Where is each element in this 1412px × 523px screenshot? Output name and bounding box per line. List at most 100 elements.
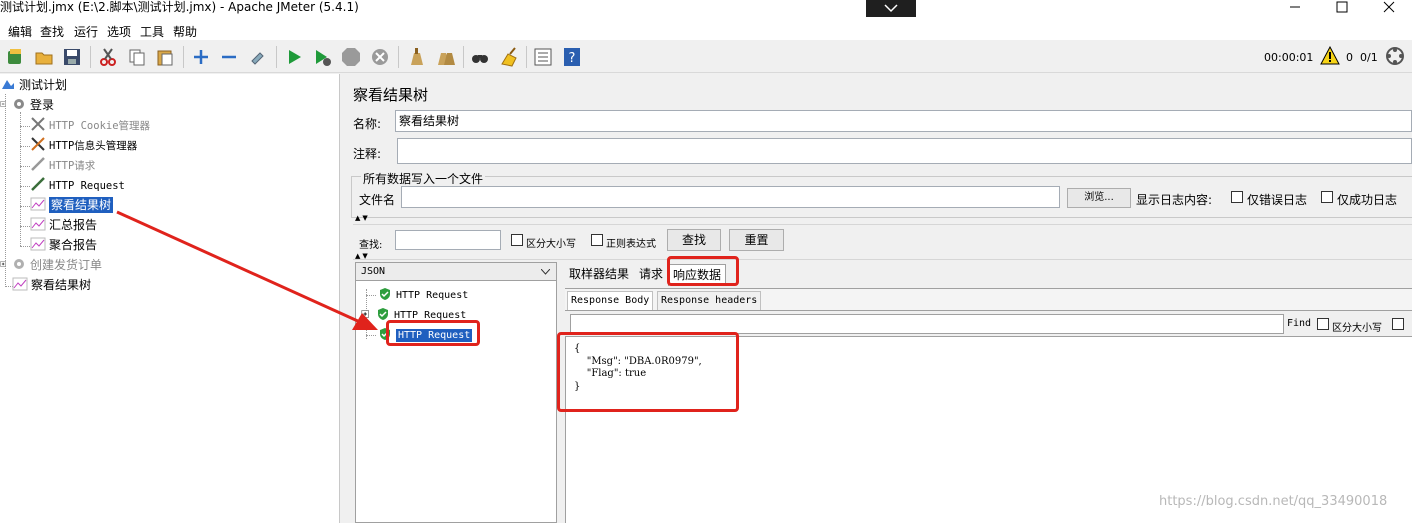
tree-aggregate-report[interactable]: 聚合报告: [30, 236, 97, 254]
save-icon[interactable]: [62, 47, 82, 67]
pipette-icon: [31, 177, 45, 191]
highlight-selected-sample: [386, 320, 480, 346]
collapse-tab[interactable]: [866, 0, 916, 17]
search-icon[interactable]: [470, 47, 490, 67]
filename-label: 文件名: [359, 193, 396, 207]
success-only-label: 仅成功日志: [1337, 193, 1398, 207]
tree-cookie-manager[interactable]: HTTP Cookie管理器: [30, 116, 150, 134]
regex-checkbox[interactable]: [591, 234, 603, 246]
response-find-input[interactable]: [570, 314, 1284, 334]
splitter-arrows-lower[interactable]: ▲▼: [355, 252, 370, 260]
view-results-tree-panel: 察看结果树 名称: 察看结果树 注释: 所有数据写入一个文件 文件名 浏览...…: [343, 74, 1412, 523]
name-label: 名称:: [353, 117, 382, 131]
stop-icon[interactable]: [341, 47, 361, 67]
filename-field[interactable]: [401, 186, 1060, 208]
tree-thread-group-login[interactable]: 登录: [0, 96, 54, 114]
response-find-case-label: 区分大小写: [1332, 323, 1382, 334]
tree-header-manager[interactable]: HTTP信息头管理器: [30, 136, 137, 154]
menu-edit[interactable]: 编辑: [8, 23, 32, 40]
response-find-case-checkbox[interactable]: [1317, 318, 1329, 330]
regex-label: 正则表达式: [606, 239, 656, 250]
results-tree: JSON HTTP Request HTTP Request HTTP Requ…: [355, 262, 557, 523]
reset-button[interactable]: 重置: [729, 229, 784, 251]
reset-search-icon[interactable]: [499, 47, 519, 67]
find-button[interactable]: 查找: [667, 229, 721, 251]
maximize-icon: [1336, 1, 1348, 13]
chart-icon: [30, 237, 46, 251]
search-bar: 查找: 区分大小写 正则表达式 查找 重置: [353, 224, 1412, 260]
chevron-down-icon: [884, 4, 898, 13]
errors-only-label: 仅错误日志: [1247, 193, 1308, 207]
start-no-pause-icon[interactable]: [312, 47, 332, 67]
tree-root-results-tree[interactable]: 察看结果树: [12, 276, 91, 294]
menu-tools[interactable]: 工具: [140, 23, 164, 40]
close-button[interactable]: [1366, 0, 1412, 16]
success-only-checkbox[interactable]: [1321, 191, 1333, 203]
chart-icon: [12, 277, 28, 291]
comment-field[interactable]: [397, 138, 1412, 164]
chart-icon: [30, 217, 46, 231]
cut-icon[interactable]: [98, 47, 118, 67]
shutdown-icon[interactable]: [370, 47, 390, 67]
chart-icon: [30, 197, 46, 211]
close-icon: [1383, 1, 1395, 13]
menu-options[interactable]: 选项: [107, 23, 131, 40]
tree-summary-report[interactable]: 汇总报告: [30, 216, 97, 234]
subtab-response-body[interactable]: Response Body: [567, 291, 654, 311]
panel-title: 察看结果树: [353, 86, 429, 104]
search-input[interactable]: [395, 230, 501, 250]
tree-http-request[interactable]: HTTP Request: [30, 176, 125, 194]
tree-view-results-tree[interactable]: 察看结果树: [30, 196, 114, 214]
collapse-toggle-icon[interactable]: [0, 96, 10, 112]
toggle-icon[interactable]: [248, 47, 268, 67]
subtab-response-headers[interactable]: Response headers: [657, 291, 762, 311]
title-bar: 测试计划.jmx (E:\2.脚本\测试计划.jmx) - Apache JMe…: [0, 0, 1412, 20]
tree-test-plan[interactable]: 测试计划: [0, 76, 67, 94]
success-shield-icon: [380, 288, 390, 300]
splitter-arrows[interactable]: ▲▼: [355, 214, 370, 222]
menu-help[interactable]: 帮助: [173, 23, 197, 40]
renderer-select[interactable]: JSON: [356, 263, 556, 281]
gear-icon: [14, 259, 24, 269]
collapse-icon[interactable]: [219, 47, 239, 67]
response-find-label: Find: [1287, 318, 1312, 329]
clear-all-icon[interactable]: [436, 47, 456, 67]
pipette-icon: [31, 157, 45, 171]
tree-http-sampler-disabled[interactable]: HTTP请求: [30, 156, 95, 174]
expand-icon[interactable]: [191, 47, 211, 67]
gear-icon: [14, 99, 24, 109]
tab-sampler-result[interactable]: 取样器结果: [565, 264, 633, 286]
browse-button[interactable]: 浏览...: [1067, 188, 1131, 208]
watermark: https://blog.csdn.net/qq_33490018: [1159, 494, 1388, 509]
expand-toggle-icon[interactable]: [360, 307, 372, 321]
errors-only-checkbox[interactable]: [1231, 191, 1243, 203]
clear-icon[interactable]: [406, 47, 426, 67]
wrench-icon: [31, 137, 45, 151]
toolbar: ? 00:00:01 0 0/1: [0, 41, 1412, 73]
maximize-button[interactable]: [1319, 0, 1365, 16]
window-title: 测试计划.jmx (E:\2.脚本\测试计划.jmx) - Apache JMe…: [0, 0, 359, 14]
tab-request[interactable]: 请求: [635, 264, 667, 286]
menu-search[interactable]: 查找: [40, 23, 64, 40]
name-field[interactable]: 察看结果树: [395, 110, 1412, 132]
test-plan-tree: 测试计划 登录 HTTP Cookie管理器 HTTP信息头管理器 HTTP请求…: [0, 74, 340, 523]
response-find-regex-checkbox[interactable]: [1392, 318, 1404, 330]
menu-bar: 编辑 查找 运行 选项 工具 帮助: [0, 20, 1412, 40]
warning-count: 0: [1346, 51, 1353, 64]
case-sensitive-checkbox[interactable]: [511, 234, 523, 246]
result-item[interactable]: HTTP Request: [378, 287, 468, 303]
tree-thread-group-create-order[interactable]: 创建发货订单: [0, 256, 102, 274]
warning-icon[interactable]: [1320, 46, 1340, 66]
open-icon[interactable]: [34, 47, 54, 67]
templates-icon[interactable]: [5, 47, 25, 67]
function-helper-icon[interactable]: [533, 47, 553, 67]
copy-icon[interactable]: [127, 47, 147, 67]
minimize-button[interactable]: [1272, 0, 1318, 16]
help-icon[interactable]: ?: [562, 47, 582, 67]
menu-run[interactable]: 运行: [74, 23, 98, 40]
paste-icon[interactable]: [155, 47, 175, 67]
start-icon[interactable]: [284, 47, 304, 67]
test-plan-icon: [2, 80, 14, 89]
expand-toggle-icon[interactable]: [0, 256, 10, 272]
remote-status-icon[interactable]: [1385, 46, 1405, 66]
